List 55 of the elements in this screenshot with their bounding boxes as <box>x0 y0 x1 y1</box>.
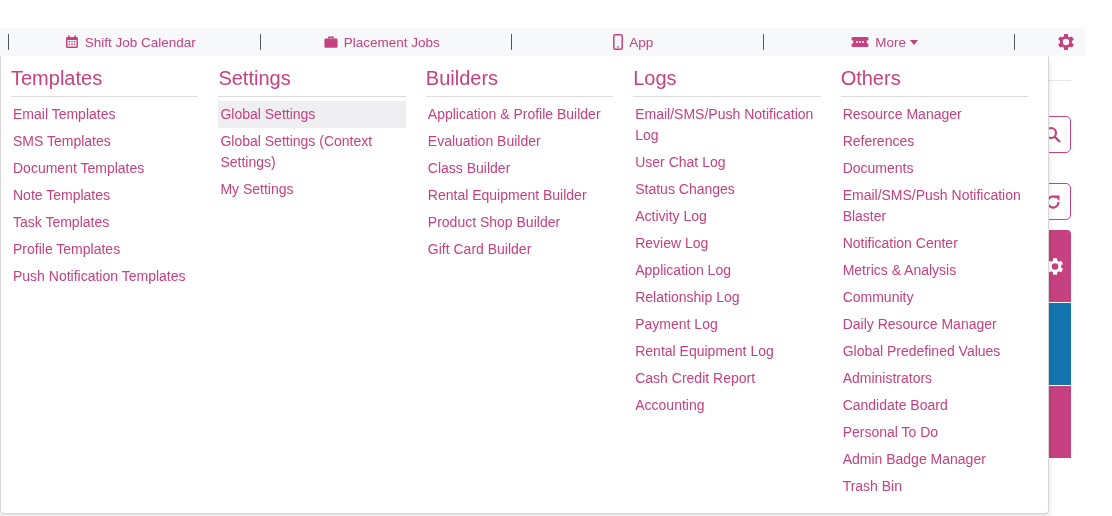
menu-item[interactable]: Rental Equipment Log <box>633 338 821 365</box>
menu-item[interactable]: Review Log <box>633 230 821 257</box>
menu-item[interactable]: My Settings <box>218 176 406 203</box>
briefcase-icon <box>323 35 338 49</box>
menu-item[interactable]: Product Shop Builder <box>425 209 614 236</box>
menu-item[interactable]: Email/SMS/Push Notification Log <box>633 101 821 149</box>
menu-item[interactable]: Metrics & Analysis <box>840 257 1029 284</box>
menu-item[interactable]: References <box>840 128 1029 155</box>
menu-heading: Builders <box>425 66 614 97</box>
menu-item[interactable]: Status Changes <box>633 176 821 203</box>
menu-item[interactable]: Accounting <box>633 392 821 419</box>
menu-heading: Others <box>840 66 1029 97</box>
ticket-icon <box>851 35 870 49</box>
menu-item[interactable]: User Chat Log <box>633 149 821 176</box>
menu-item[interactable]: Rental Equipment Builder <box>425 182 614 209</box>
menu-item[interactable]: Task Templates <box>11 209 199 236</box>
settings-icon[interactable] <box>1055 31 1077 53</box>
nav-link[interactable]: More <box>763 34 1006 50</box>
menu-item[interactable]: Community <box>840 284 1029 311</box>
menu-item[interactable]: Push Notification Templates <box>11 263 199 290</box>
phone-icon <box>613 34 624 50</box>
menu-item[interactable]: Trash Bin <box>840 473 1029 500</box>
menu-item[interactable]: Evaluation Builder <box>425 128 614 155</box>
menu-item[interactable]: Gift Card Builder <box>425 236 614 263</box>
nav-link[interactable]: Placement Jobs <box>260 34 503 50</box>
menu-item[interactable]: Global Settings <box>218 101 406 128</box>
menu-item[interactable]: Notification Center <box>840 230 1029 257</box>
menu-item[interactable]: Resource Manager <box>840 101 1029 128</box>
menu-item[interactable]: Cash Credit Report <box>633 365 821 392</box>
menu-item[interactable]: Class Builder <box>425 155 614 182</box>
nav-link[interactable]: App <box>512 34 755 50</box>
menu-item[interactable]: Application Log <box>633 257 821 284</box>
menu-item[interactable]: Daily Resource Manager <box>840 311 1029 338</box>
nav-link[interactable]: Shift Job Calendar <box>9 34 252 50</box>
menu-heading: Settings <box>218 66 406 97</box>
menu-item[interactable]: Candidate Board <box>840 392 1029 419</box>
menu-heading: Logs <box>633 66 821 97</box>
menu-item[interactable]: Payment Log <box>633 311 821 338</box>
menu-item[interactable]: Global Predefined Values <box>840 338 1029 365</box>
menu-heading: Templates <box>11 66 199 97</box>
menu-item[interactable]: Profile Templates <box>11 236 199 263</box>
menu-item[interactable]: Personal To Do <box>840 419 1029 446</box>
menu-item[interactable]: Relationship Log <box>633 284 821 311</box>
menu-item[interactable]: Admin Badge Manager <box>840 446 1029 473</box>
menu-item[interactable]: Documents <box>840 155 1029 182</box>
menu-item[interactable]: Note Templates <box>11 182 199 209</box>
menu-item[interactable]: Email Templates <box>11 101 199 128</box>
calendar-icon <box>64 35 79 49</box>
menu-item[interactable]: Global Settings (Context Settings) <box>218 128 406 176</box>
menu-item[interactable]: Activity Log <box>633 203 821 230</box>
menu-item[interactable]: Document Templates <box>11 155 199 182</box>
menu-item[interactable]: Administrators <box>840 365 1029 392</box>
menu-item[interactable]: Email/SMS/Push Notification Blaster <box>840 182 1029 230</box>
menu-item[interactable]: SMS Templates <box>11 128 199 155</box>
menu-item[interactable]: Application & Profile Builder <box>425 101 614 128</box>
